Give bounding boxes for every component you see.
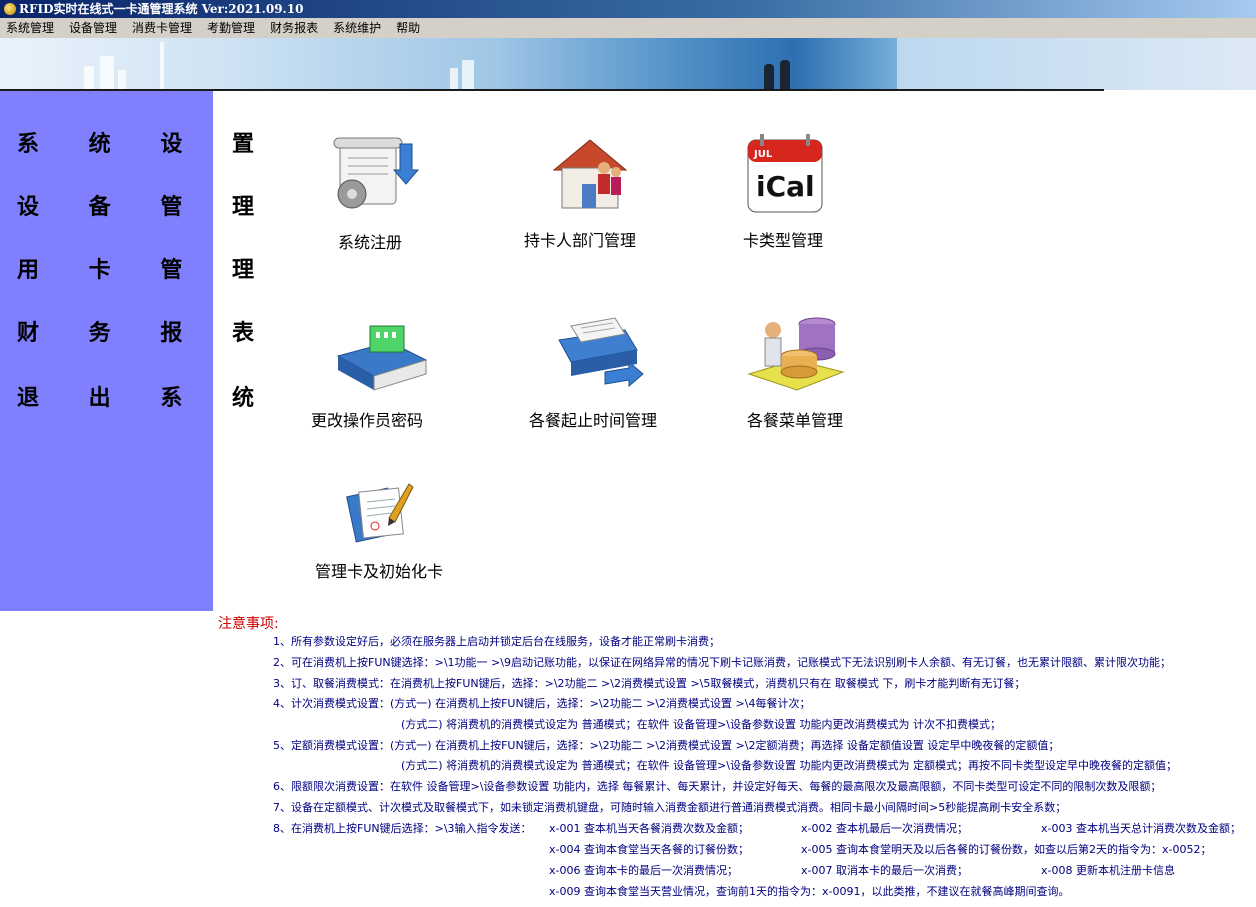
banner-businessman <box>764 64 774 90</box>
command-item: x-005 查询本食堂明天及以后各餐的订餐份数，如查以后第2天的指令为：x-00… <box>801 843 1212 856</box>
tile-label: 管理卡及初始化卡 <box>314 562 444 581</box>
note-line: (方式二) 将消费机的消费模式设定为 普通模式；在软件 设备管理>\设备参数设置… <box>401 718 1001 731</box>
command-item: x-001 查本机当天各餐消费次数及金额； <box>549 822 749 835</box>
banner-building <box>118 70 126 90</box>
note-line: 5、定额消费模式设置：(方式一) 在消费机上按FUN键后，选择：>\2功能二 >… <box>273 739 1060 752</box>
menu-consumption-card[interactable]: 消费卡管理 <box>126 18 201 38</box>
note-line: 8、在消费机上按FUN键后选择：>\3输入指令发送： <box>273 822 532 835</box>
pen-document-icon <box>345 478 415 548</box>
command-item: x-004 查询本食堂当天各餐的订餐份数； <box>549 843 749 856</box>
tile-label: 系统注册 <box>337 233 403 252</box>
tile-meal-time-management[interactable]: 各餐起止时间管理 <box>525 310 665 432</box>
header-banner <box>0 38 1256 91</box>
book-building-icon <box>330 316 430 400</box>
command-item: x-003 查本机当天总计消费次数及金额； <box>1041 822 1241 835</box>
tile-meal-menu-management[interactable]: 各餐菜单管理 <box>735 310 855 432</box>
notes-title: 注意事项: <box>218 616 279 632</box>
tile-cardholder-department[interactable]: 持卡人部门管理 <box>520 134 660 254</box>
tile-system-registration[interactable]: 系统注册 <box>310 134 430 254</box>
calendar-month-text: JUL <box>753 149 773 160</box>
left-navigation: 系 统 设 置 设 备 管 理 用 卡 管 理 财 务 报 表 退 出 系 统 <box>0 91 254 611</box>
banner-building <box>100 56 114 90</box>
note-line: 2、可在消费机上按FUN键选择：>\1功能一 >\9启动记账功能，以保证在网络异… <box>273 656 1171 669</box>
calendar-brand-text: iCal <box>756 170 815 203</box>
tile-card-type[interactable]: JUL iCal 卡类型管理 <box>725 130 845 254</box>
menu-system-maintenance[interactable]: 系统维护 <box>327 18 390 38</box>
menu-attendance[interactable]: 考勤管理 <box>201 18 264 38</box>
house-people-icon <box>542 134 638 218</box>
note-line: 6、限额限次消费设置：在软件 设备管理>\设备参数设置 功能内，选择 每餐累计、… <box>273 780 1162 793</box>
command-item: x-009 查询本食堂当天营业情况，查询前1天的指令为：x-0091，以此类推，… <box>549 885 1070 898</box>
app-icon <box>4 3 16 15</box>
banner-right-panel <box>897 38 1256 90</box>
window-title: RFID实时在线式一卡通管理系统 Ver:2021.09.10 <box>19 2 304 16</box>
command-item: x-006 查询本卡的最后一次消费情况； <box>549 864 738 877</box>
command-item: x-008 更新本机注册卡信息 <box>1041 864 1175 877</box>
tile-management-card-init[interactable]: 管理卡及初始化卡 <box>310 478 450 582</box>
note-line: (方式二) 将消费机的消费模式设定为 普通模式；在软件 设备管理>\设备参数设置… <box>401 759 1177 772</box>
note-line: 3、订、取餐消费模式：在消费机上按FUN键后，选择：>\2功能二 >\2消费模式… <box>273 677 1026 690</box>
banner-building <box>462 60 474 90</box>
calendar-ical-icon: JUL iCal <box>742 130 828 220</box>
tile-change-operator-password[interactable]: 更改操作员密码 <box>310 316 450 432</box>
note-line: 7、设备在定额模式、计次模式及取餐模式下，如未锁定消费机键盘，可随时输入消费金额… <box>273 801 1067 814</box>
command-item: x-007 取消本卡的最后一次消费； <box>801 864 968 877</box>
nav-card-management[interactable]: 用 卡 管 理 <box>17 252 254 284</box>
nav-device-management[interactable]: 设 备 管 理 <box>17 189 254 221</box>
note-line: 1、所有参数设定好后，必须在服务器上启动并锁定后台在线服务，设备才能正常刷卡消费… <box>273 635 720 648</box>
scroll-gear-icon <box>320 134 420 220</box>
notes-section: 注意事项: 1、所有参数设定好后，必须在服务器上启动并锁定后台在线服务，设备才能… <box>0 611 1256 907</box>
tile-label: 持卡人部门管理 <box>523 231 637 250</box>
tile-label: 各餐起止时间管理 <box>528 411 658 430</box>
menu-financial-reports[interactable]: 财务报表 <box>264 18 327 38</box>
menu-bar: 系统管理 设备管理 消费卡管理 考勤管理 财务报表 系统维护 帮助 <box>0 18 1256 38</box>
nav-exit-system[interactable]: 退 出 系 统 <box>17 380 254 412</box>
nav-financial-reports[interactable]: 财 务 报 表 <box>17 315 254 347</box>
tile-label: 卡类型管理 <box>742 231 824 250</box>
tile-label: 更改操作员密码 <box>310 411 424 430</box>
banner-building <box>84 66 94 90</box>
nav-system-settings[interactable]: 系 统 设 置 <box>17 126 254 158</box>
banner-businessman <box>780 60 790 90</box>
database-worker-icon <box>745 310 845 402</box>
banner-antenna-tower <box>160 42 164 90</box>
note-line: 4、计次消费模式设置：(方式一) 在消费机上按FUN键后，选择：>\2功能二 >… <box>273 697 811 710</box>
menu-system-management[interactable]: 系统管理 <box>0 18 63 38</box>
banner-building <box>450 68 458 90</box>
menu-help[interactable]: 帮助 <box>390 18 429 38</box>
document-tray-icon <box>545 310 645 398</box>
title-bar: RFID实时在线式一卡通管理系统 Ver:2021.09.10 <box>0 0 1256 18</box>
command-item: x-002 查本机最后一次消费情况； <box>801 822 968 835</box>
menu-device-management[interactable]: 设备管理 <box>63 18 126 38</box>
tile-label: 各餐菜单管理 <box>746 411 844 430</box>
